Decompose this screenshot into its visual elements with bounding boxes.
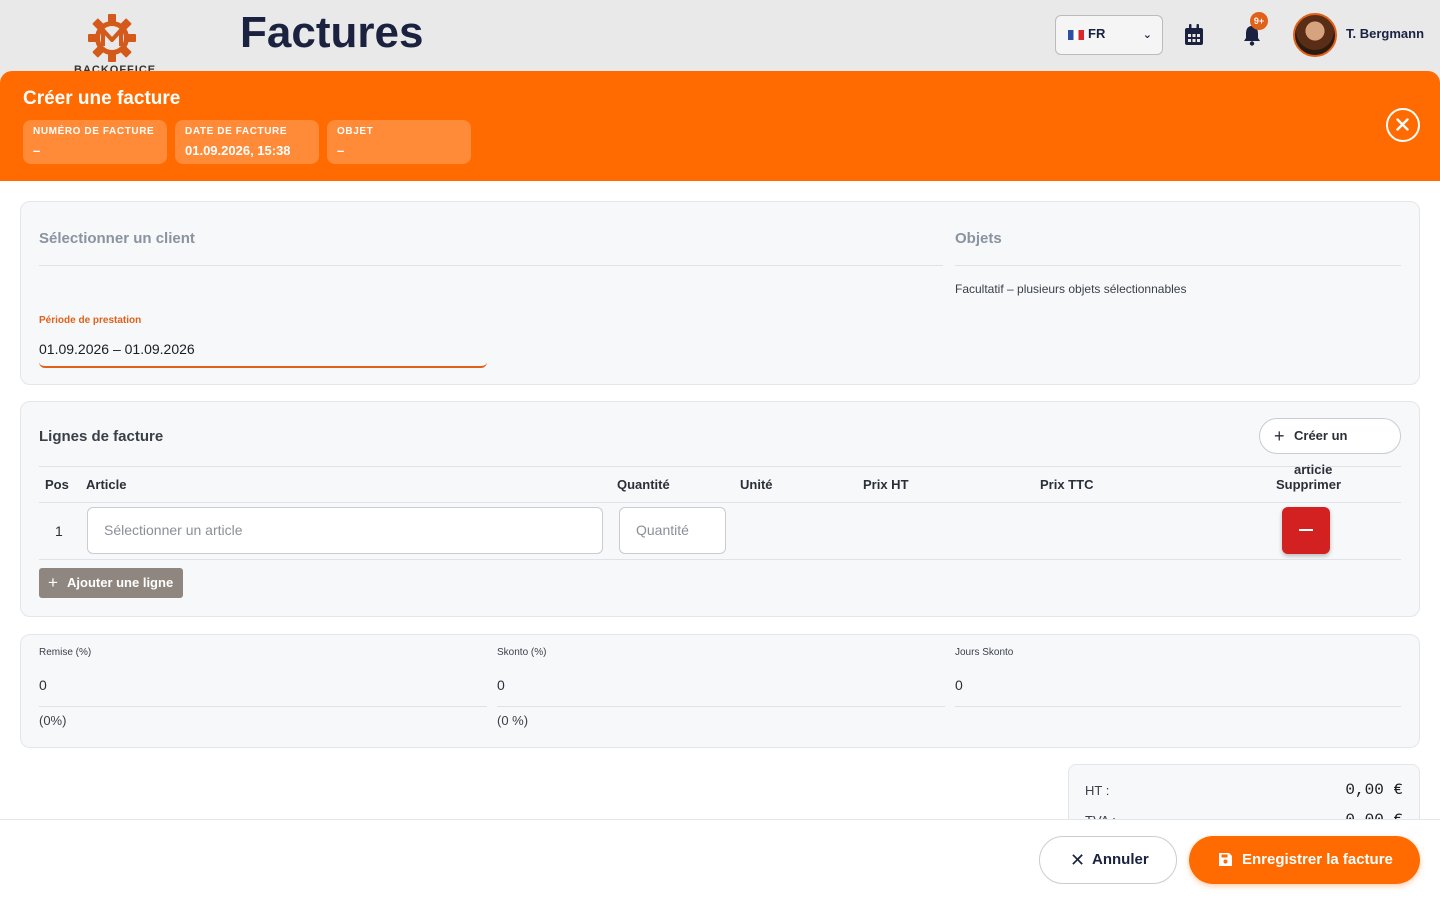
objects-select-placeholder: Objets xyxy=(955,230,1002,247)
notification-badge: 9+ xyxy=(1250,12,1268,30)
period-input[interactable]: 01.09.2026 – 01.09.2026 xyxy=(39,328,487,368)
modal-header: Créer une facture NUMÉRO DE FACTURE – DA… xyxy=(0,71,1440,181)
invoice-date-box: DATE DE FACTURE 01.09.2026, 15:38 xyxy=(175,120,319,164)
skonto-label: Skonto (%) xyxy=(497,647,547,658)
invoice-lines-title: Lignes de facture xyxy=(39,428,164,445)
save-icon xyxy=(1219,853,1232,866)
column-header-price-ht: Prix HT xyxy=(863,477,909,492)
client-card: Sélectionner un client Objets Facultatif… xyxy=(20,201,1420,385)
quantity-placeholder: Quantité xyxy=(636,522,689,538)
close-icon xyxy=(1396,118,1409,131)
skonto-percent: (0 %) xyxy=(497,713,529,728)
cancel-button[interactable]: ✕ Annuler xyxy=(1039,836,1177,884)
page-title: Factures xyxy=(240,8,424,57)
column-header-delete: Supprimer xyxy=(1276,477,1342,492)
add-line-button[interactable]: + Ajouter une ligne xyxy=(39,568,184,598)
total-ht-value: 0,00 € xyxy=(1345,781,1403,799)
skonto-input[interactable]: 0 xyxy=(497,677,505,693)
objects-hint: Facultatif – plusieurs objets sélectionn… xyxy=(955,282,1187,296)
remise-input[interactable]: 0 xyxy=(39,677,47,693)
objects-select[interactable]: Objets xyxy=(955,230,1401,266)
total-ht-row: HT : 0,00 € xyxy=(1085,781,1403,799)
table-header-divider xyxy=(39,502,1401,503)
skonto-days-underline xyxy=(955,706,1401,707)
user-name[interactable]: T. Bergmann xyxy=(1346,26,1424,41)
invoice-object-label: OBJET xyxy=(337,126,374,137)
skonto-days-input[interactable]: 0 xyxy=(955,677,963,693)
quantity-input[interactable]: Quantité xyxy=(619,507,726,554)
client-select[interactable]: Sélectionner un client xyxy=(39,230,943,266)
add-line-label: Ajouter une ligne xyxy=(67,575,174,590)
language-select[interactable]: FR ⌄ xyxy=(1055,15,1163,55)
remise-label: Remise (%) xyxy=(39,647,92,658)
remise-underline xyxy=(39,706,487,707)
period-value: 01.09.2026 – 01.09.2026 xyxy=(39,341,195,357)
invoice-number-box: NUMÉRO DE FACTURE – xyxy=(23,120,167,164)
app-header: BACKOFFICE Factures FR ⌄ 9+ T. Bergmann xyxy=(0,0,1440,80)
modal-footer: ✕ Annuler Enregistrer la facture xyxy=(0,819,1440,900)
invoice-number-label: NUMÉRO DE FACTURE xyxy=(33,126,155,137)
avatar[interactable] xyxy=(1293,13,1337,57)
article-select-placeholder: Sélectionner un article xyxy=(104,522,243,538)
skonto-underline xyxy=(497,706,945,707)
cancel-label: Annuler xyxy=(1092,851,1149,868)
period-label: Période de prestation xyxy=(39,315,142,326)
column-header-quantity: Quantité xyxy=(617,477,670,492)
invoice-object-box: OBJET – xyxy=(327,120,471,164)
create-article-label: Créer un article xyxy=(1294,428,1348,477)
invoice-date-label: DATE DE FACTURE xyxy=(185,126,288,137)
plus-icon: + xyxy=(48,573,58,592)
gear-logo-icon xyxy=(88,14,136,62)
create-article-button[interactable]: + Créer un article xyxy=(1259,418,1401,477)
table-row-divider xyxy=(39,559,1401,560)
invoice-object-value: – xyxy=(337,143,345,158)
close-icon: ✕ xyxy=(1070,850,1086,870)
modal-title: Créer une facture xyxy=(23,88,181,109)
invoice-lines-card: Lignes de facture + Créer un article Pos … xyxy=(20,401,1420,617)
save-invoice-button[interactable]: Enregistrer la facture xyxy=(1189,836,1420,884)
save-label: Enregistrer la facture xyxy=(1242,851,1393,868)
language-value: FR xyxy=(1088,26,1106,41)
client-select-placeholder: Sélectionner un client xyxy=(39,230,195,247)
column-header-unit: Unité xyxy=(740,477,773,492)
row-position: 1 xyxy=(55,523,63,539)
calendar-icon[interactable] xyxy=(1184,24,1204,46)
plus-icon: + xyxy=(1274,426,1285,446)
create-invoice-modal: Créer une facture NUMÉRO DE FACTURE – DA… xyxy=(0,71,1440,900)
chevron-down-icon: ⌄ xyxy=(1142,29,1152,41)
column-header-article: Article xyxy=(86,477,127,492)
minus-icon xyxy=(1299,529,1313,531)
article-select[interactable]: Sélectionner un article xyxy=(87,507,603,554)
column-header-price-ttc: Prix TTC xyxy=(1040,477,1094,492)
close-modal-button[interactable] xyxy=(1386,108,1420,142)
french-flag-icon xyxy=(1068,29,1084,40)
delete-row-button[interactable] xyxy=(1282,507,1330,554)
skonto-days-label: Jours Skonto xyxy=(955,647,1014,658)
table-top-divider xyxy=(39,466,1401,467)
column-header-pos: Pos xyxy=(45,477,69,492)
remise-percent: (0%) xyxy=(39,713,67,728)
total-ht-label: HT : xyxy=(1085,783,1110,798)
discounts-card: Remise (%) 0 (0%) Skonto (%) 0 (0 %) Jou… xyxy=(20,634,1420,748)
invoice-number-value: – xyxy=(33,143,41,158)
invoice-date-value: 01.09.2026, 15:38 xyxy=(185,143,291,158)
